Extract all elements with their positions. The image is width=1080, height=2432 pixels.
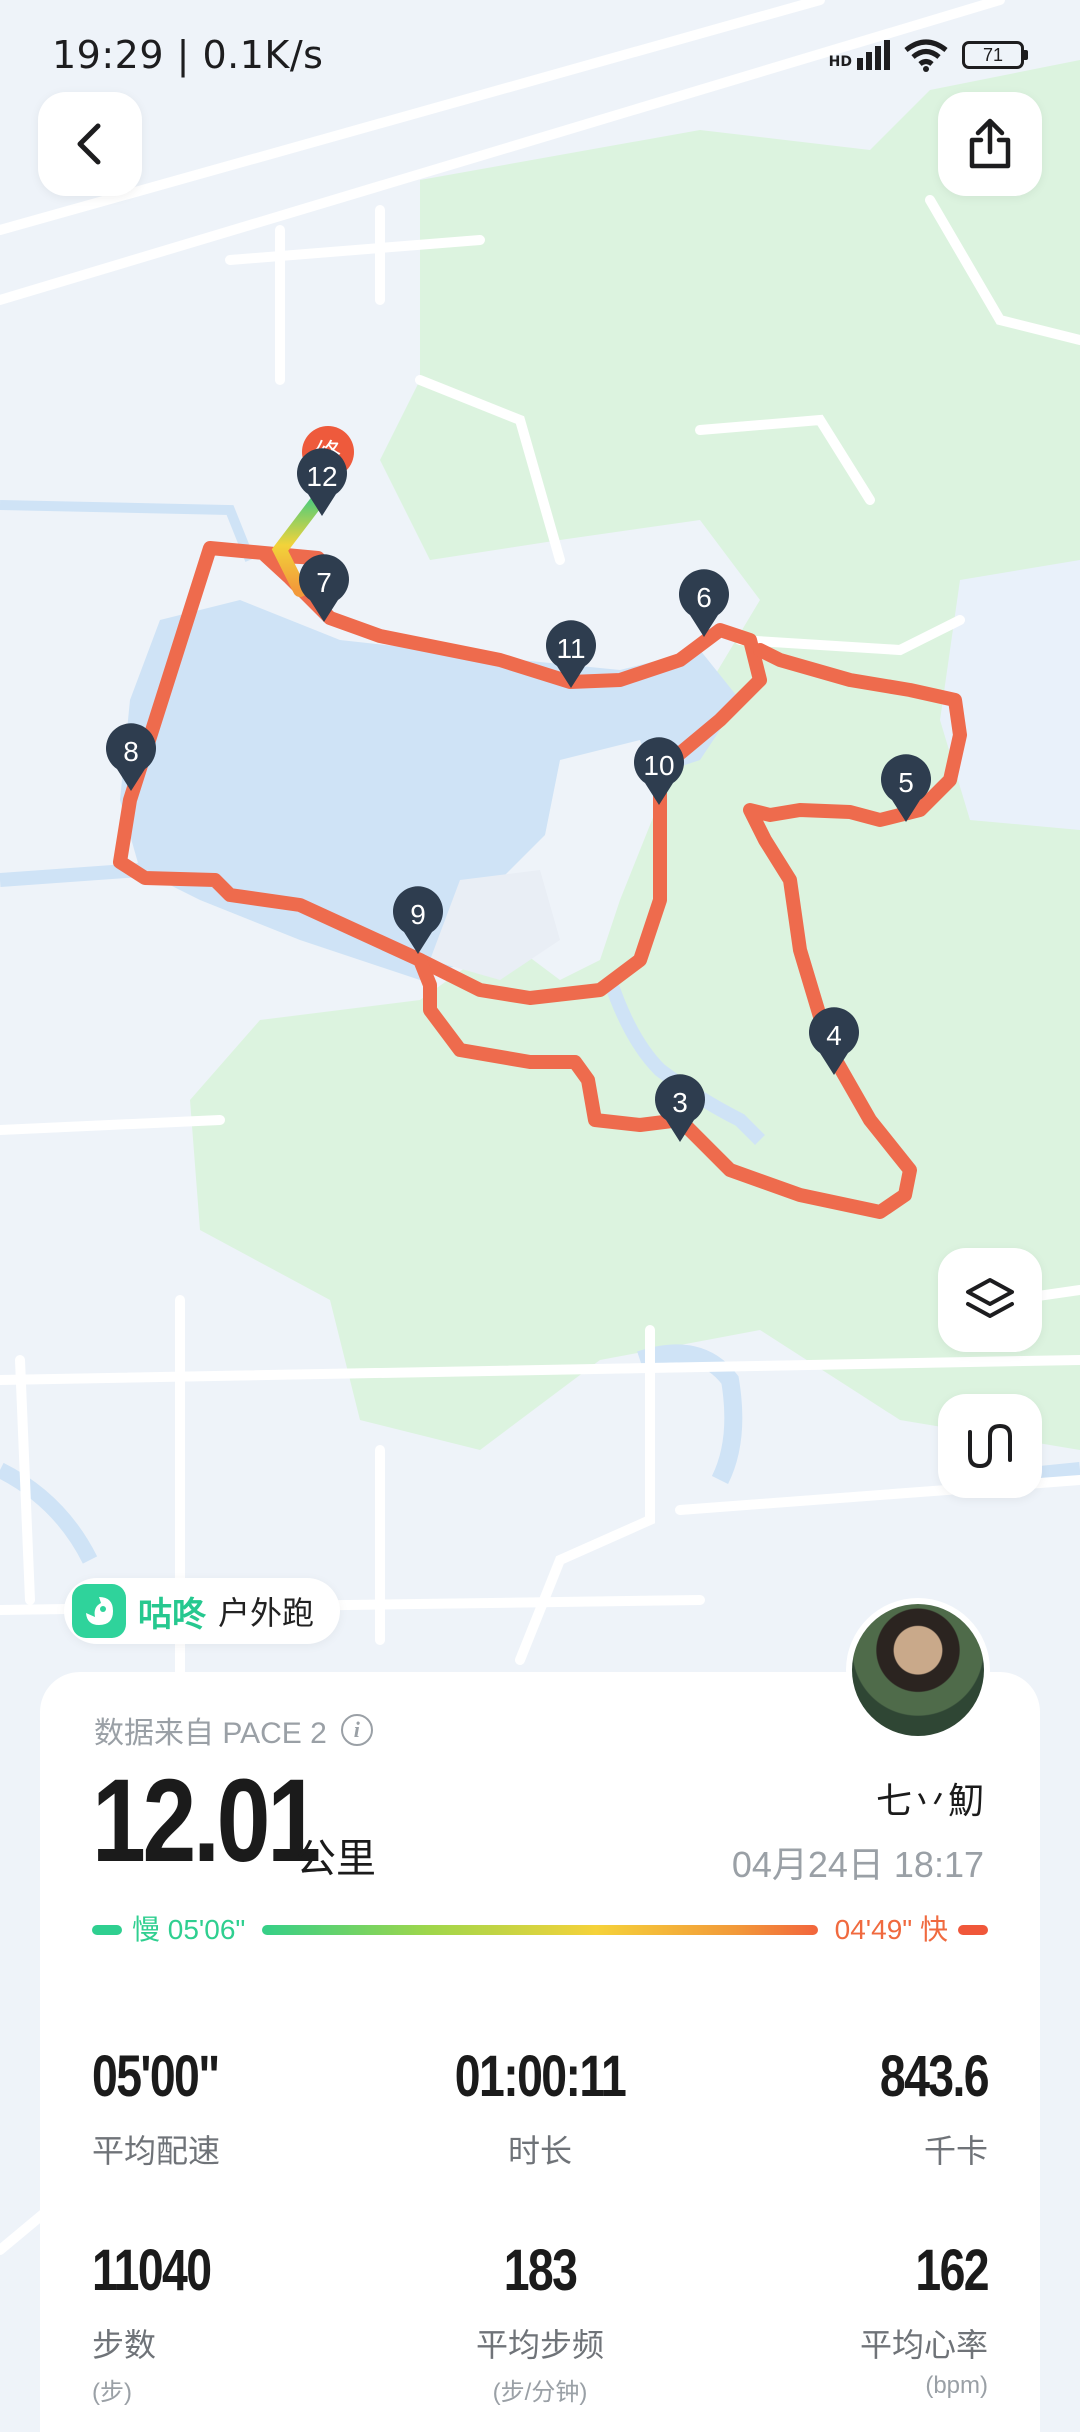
route-wave-icon — [968, 1423, 1012, 1469]
stat-value: 183 — [503, 2238, 578, 2303]
km-marker-label: 11 — [556, 633, 585, 664]
stat-avg-pace: 05'00" 平均配速 — [92, 2048, 392, 2172]
map-layers-button[interactable] — [938, 1248, 1042, 1352]
status-bar: 19:29 | 0.1K/s HD 71 — [0, 0, 1080, 110]
km-marker-label: 8 — [123, 736, 139, 767]
fast-pace-label: 04'49" 快 — [834, 1914, 948, 1945]
pace-gradient-bar — [262, 1925, 818, 1935]
status-icons: HD 71 — [829, 38, 1028, 72]
stat-value: 05'00" — [92, 2044, 220, 2109]
activity-type: 户外跑 — [218, 1594, 315, 1632]
stat-heart-rate: 162 平均心率 (bpm) — [688, 2238, 990, 2400]
codoon-logo-icon — [72, 1584, 126, 1638]
stat-value: 843.6 — [879, 2044, 990, 2109]
stat-label: 时长 — [507, 2132, 572, 2170]
status-time: 19:29 | 0.1K/s — [52, 33, 324, 77]
stat-calories: 843.6 千卡 — [688, 2044, 990, 2172]
km-marker-label: 3 — [672, 1087, 688, 1118]
activity-datetime: 04月24日 18:17 — [731, 1844, 984, 1885]
battery-icon: 71 — [962, 41, 1028, 69]
username[interactable]: 七丷魛 — [876, 1772, 984, 1824]
chevron-left-icon — [77, 123, 101, 165]
stat-label: 平均步频 — [475, 2326, 604, 2364]
stat-unit: (bpm) — [925, 2372, 988, 2399]
route-replay-button[interactable] — [938, 1394, 1042, 1498]
km-marker-label: 6 — [696, 582, 712, 613]
hd-signal-icon: HD — [829, 40, 890, 70]
stat-value: 01:00:11 — [454, 2044, 627, 2109]
app-badge: 咕咚 户外跑 — [64, 1578, 341, 1644]
km-marker-label: 12 — [306, 461, 337, 492]
distance-unit: 公里 — [296, 1836, 376, 1882]
km-marker-label: 10 — [643, 750, 674, 781]
brand-name: 咕咚 — [138, 1594, 206, 1635]
wifi-icon — [904, 39, 948, 72]
data-source-label: 数据来自 PACE 2 — [94, 1717, 327, 1750]
back-button[interactable] — [38, 92, 142, 196]
stat-label: 千卡 — [923, 2132, 988, 2170]
info-icon[interactable]: i — [340, 1714, 373, 1746]
stat-label: 步数 — [92, 2326, 157, 2364]
km-marker-label: 4 — [826, 1020, 842, 1051]
stat-unit: (步/分钟) — [492, 2379, 588, 2406]
km-marker-label: 7 — [316, 567, 332, 598]
fast-pace-dot — [958, 1925, 988, 1935]
avatar[interactable] — [846, 1598, 990, 1742]
stat-steps: 11040 步数 (步) — [92, 2242, 392, 2407]
stat-cadence: 183 平均步频 (步/分钟) — [390, 2242, 690, 2407]
stat-label: 平均心率 — [859, 2326, 988, 2364]
data-source: 数据来自 PACE 2 i — [94, 1708, 373, 1752]
stat-duration: 01:00:11 时长 — [390, 2048, 690, 2172]
stat-label: 平均配速 — [92, 2132, 221, 2170]
slow-pace-label: 慢 05'06" — [132, 1914, 246, 1945]
stat-value: 162 — [915, 2238, 989, 2303]
layers-icon — [966, 1278, 1014, 1318]
stat-unit: (步) — [92, 2379, 132, 2406]
km-marker-label: 9 — [410, 899, 426, 930]
share-icon — [969, 118, 1011, 169]
slow-pace-dot — [92, 1925, 122, 1935]
share-button[interactable] — [938, 92, 1042, 196]
distance-value: 12.01 — [92, 1755, 321, 1887]
km-marker-label: 5 — [898, 767, 914, 798]
pace-legend: 慢 05'06" 04'49" 快 — [92, 1910, 988, 1950]
stat-value: 11040 — [92, 2238, 212, 2303]
